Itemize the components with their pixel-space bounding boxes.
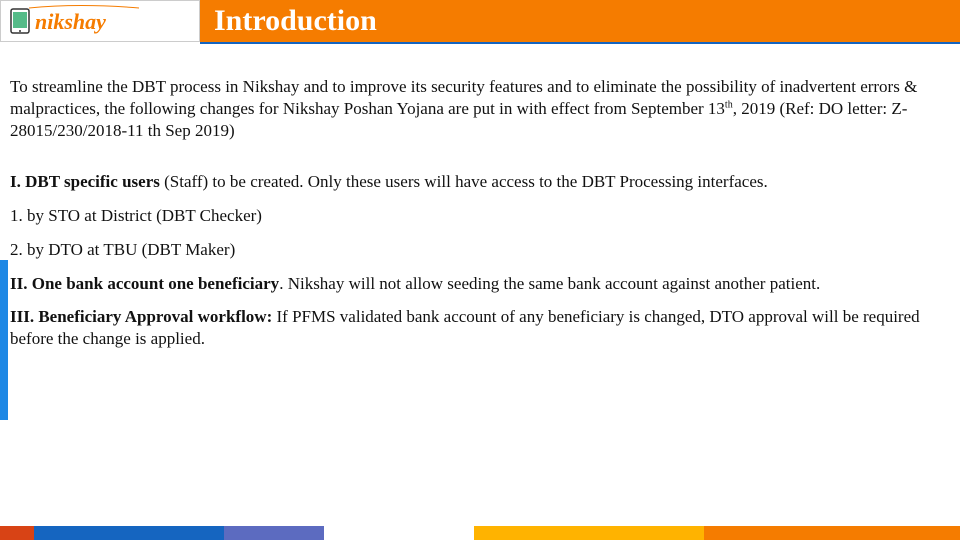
svg-text:nikshay: nikshay — [35, 9, 106, 34]
footer-seg-6 — [704, 526, 960, 540]
footer-seg-4 — [324, 526, 474, 540]
point-1-tail: (Staff) to be created. Only these users … — [160, 172, 768, 191]
left-accent-bar — [0, 260, 8, 420]
point-3-lead: III. Beneficiary Approval workflow: — [10, 307, 272, 326]
point-2: II. One bank account one beneficiary. Ni… — [10, 273, 944, 295]
title-underline — [200, 42, 960, 44]
footer-seg-3 — [224, 526, 324, 540]
page-title: Introduction — [214, 4, 377, 38]
intro-paragraph: To streamline the DBT process in Nikshay… — [10, 76, 944, 141]
point-1: I. DBT specific users (Staff) to be crea… — [10, 171, 944, 193]
header-bar: nikshay Introduction — [0, 0, 960, 42]
intro-sup: th — [725, 99, 733, 110]
footer-stripe — [0, 526, 960, 540]
point-3: III. Beneficiary Approval workflow: If P… — [10, 306, 944, 350]
point-1-sub-2: 2. by DTO at TBU (DBT Maker) — [10, 239, 944, 261]
point-2-tail: . Nikshay will not allow seeding the sam… — [279, 274, 820, 293]
footer-seg-1 — [0, 526, 34, 540]
content-area: To streamline the DBT process in Nikshay… — [10, 76, 944, 362]
slide: nikshay Introduction To streamline the D… — [0, 0, 960, 540]
point-2-lead: II. One bank account one beneficiary — [10, 274, 279, 293]
point-1-lead: I. DBT specific users — [10, 172, 160, 191]
nikshay-logo-icon: nikshay — [9, 5, 159, 37]
point-1-sub-1: 1. by STO at District (DBT Checker) — [10, 205, 944, 227]
logo-box: nikshay — [0, 0, 200, 42]
footer-seg-2 — [34, 526, 224, 540]
footer-seg-5 — [474, 526, 704, 540]
